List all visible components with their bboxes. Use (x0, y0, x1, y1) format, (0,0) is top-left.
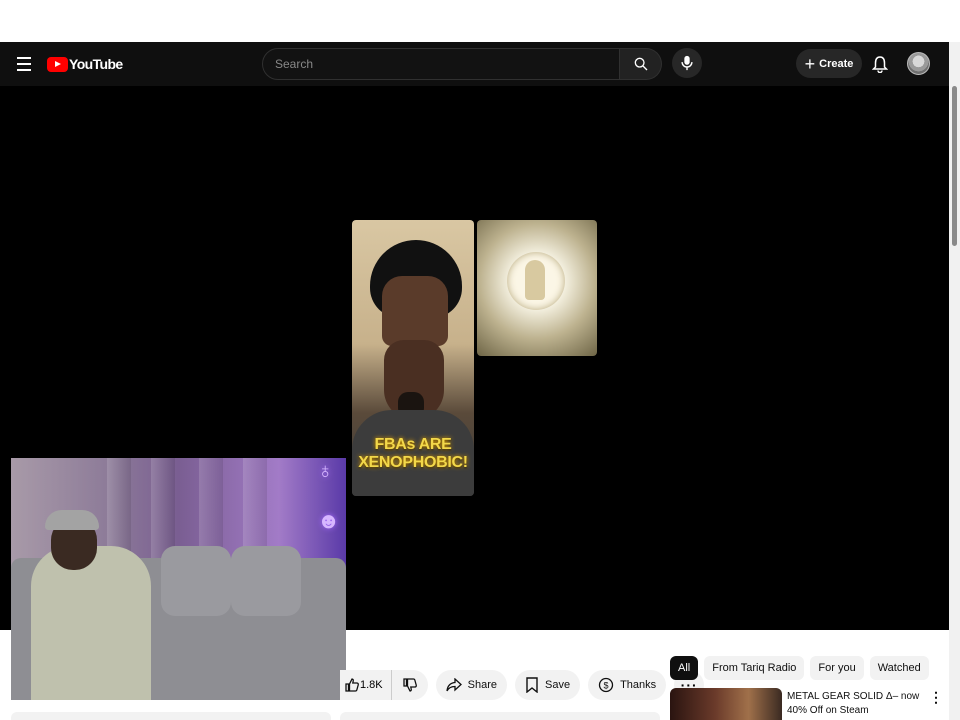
bell-icon (872, 56, 888, 73)
forehead-shape (382, 276, 448, 346)
thanks-icon: $ (598, 677, 614, 693)
thumbs-up-icon (345, 678, 359, 692)
search-input[interactable] (262, 48, 620, 80)
like-count: 1.8K (360, 679, 383, 691)
save-label: Save (545, 679, 571, 691)
share-button[interactable]: Share (435, 670, 507, 700)
bookmark-icon (526, 677, 538, 693)
webcam-overlay: ♁ ☻ (11, 458, 346, 700)
thumbs-down-icon (402, 678, 417, 692)
description-card (11, 712, 331, 720)
microphone-icon (681, 55, 693, 71)
save-button[interactable]: Save (515, 670, 581, 700)
recommended-title[interactable]: METAL GEAR SOLID Δ– now 40% Off on Steam (787, 690, 927, 718)
masthead: YouTube + Create (0, 42, 949, 86)
like-button[interactable]: 1.8K (340, 670, 392, 700)
dislike-button[interactable] (392, 670, 428, 700)
sofa-cushion (161, 546, 231, 616)
person-body (31, 546, 151, 700)
menu-icon[interactable] (12, 53, 36, 75)
notifications-button[interactable] (868, 52, 892, 76)
account-avatar[interactable] (907, 52, 930, 75)
video-actions: 1.8K Share Save $ Thanks ··· (340, 670, 705, 700)
planet-icon: ♁ (317, 458, 334, 483)
chip-from-tariq-radio[interactable]: From Tariq Radio (704, 656, 805, 680)
create-button[interactable]: + Create (796, 49, 862, 78)
more-vertical-icon[interactable]: ⋮ (928, 690, 944, 708)
chip-for-you[interactable]: For you (810, 656, 864, 680)
comment-card (340, 712, 660, 720)
search-button[interactable] (620, 48, 662, 80)
recommended-thumbnail[interactable] (670, 688, 782, 720)
thanks-label: Thanks (620, 679, 657, 691)
video-frame-right-panel (477, 220, 597, 356)
svg-text:$: $ (604, 681, 609, 691)
chip-all[interactable]: All (670, 656, 699, 680)
voice-search-button[interactable] (672, 48, 702, 78)
create-label: Create (819, 57, 854, 70)
logo-text: YouTube (69, 56, 123, 72)
sofa-cushion (231, 546, 301, 616)
share-label: Share (467, 679, 497, 691)
like-dislike-group: 1.8K (340, 670, 428, 700)
figure-shape (525, 260, 545, 300)
chip-watched[interactable]: Watched (869, 656, 929, 680)
page: YouTube + Create FBAs (0, 0, 960, 720)
video-frame-left-panel: FBAs ARE XENOPHOBIC! (352, 220, 474, 496)
search-bar (262, 48, 662, 80)
page-scrollbar[interactable] (949, 42, 960, 720)
recommendation-chips: All From Tariq Radio For you Watched (670, 656, 929, 680)
plus-icon: + (804, 53, 816, 74)
cap (45, 510, 99, 530)
youtube-logo[interactable]: YouTube (47, 54, 123, 74)
share-icon (445, 678, 462, 692)
scrollbar-thumb[interactable] (952, 86, 957, 246)
youtube-play-icon (47, 56, 68, 72)
thanks-button[interactable]: $ Thanks (588, 670, 667, 700)
recommended-video[interactable]: METAL GEAR SOLID Δ– now 40% Off on Steam… (670, 688, 948, 720)
video-caption-text: FBAs ARE XENOPHOBIC! (358, 436, 468, 471)
search-icon (634, 57, 647, 71)
alien-icon: ☻ (317, 508, 341, 533)
